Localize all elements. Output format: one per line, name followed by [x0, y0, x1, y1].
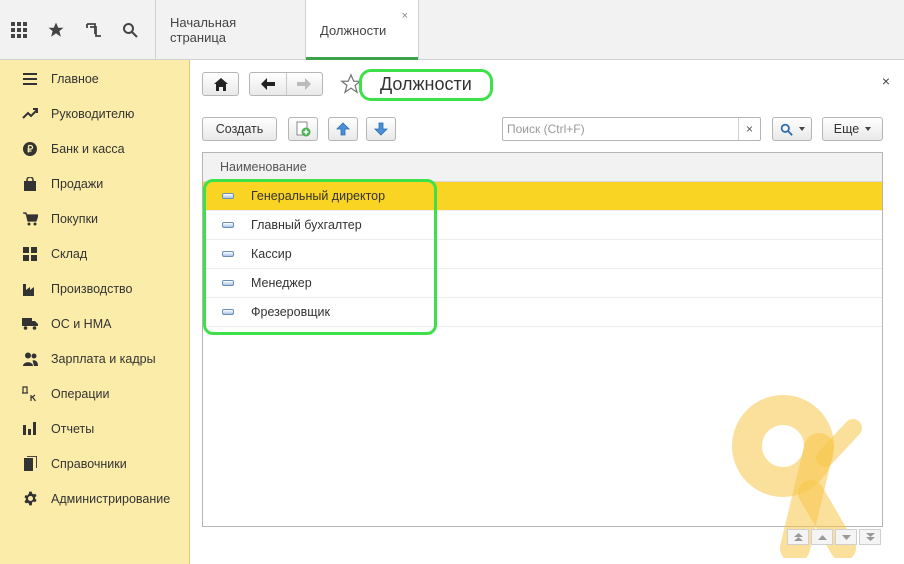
search-icon [780, 123, 793, 136]
arrow-down-icon [374, 122, 388, 136]
sidebar-item-label: Продажи [51, 176, 104, 191]
back-button[interactable] [250, 73, 287, 95]
form-content: Должности × Создать × Еще Наименование Г… [190, 60, 904, 564]
scroll-top-button[interactable] [787, 529, 809, 545]
double-down-icon [865, 533, 875, 541]
search-input[interactable] [503, 118, 738, 140]
sidebar-item-manager[interactable]: Руководителю [0, 96, 189, 131]
scroll-bottom-button[interactable] [859, 529, 881, 545]
close-form-icon[interactable]: × [882, 73, 890, 89]
column-header-label: Наименование [220, 160, 307, 174]
bar-chart-icon [20, 421, 40, 437]
cart-icon [20, 211, 40, 227]
sidebar-item-label: Покупки [51, 211, 99, 226]
copy-add-icon [296, 121, 311, 137]
warehouse-icon [20, 246, 40, 262]
sidebar-item-label: Склад [51, 246, 88, 261]
factory-icon [20, 281, 40, 297]
sidebar-item-operations[interactable]: Операции [0, 376, 189, 411]
sidebar-item-assets[interactable]: ОС и НМА [0, 306, 189, 341]
sidebar-item-warehouse[interactable]: Склад [0, 236, 189, 271]
home-button[interactable] [202, 72, 239, 96]
page-title: Должности [380, 74, 472, 94]
sidebar-item-reports[interactable]: Отчеты [0, 411, 189, 446]
people-icon [20, 351, 40, 367]
sidebar-item-label: Администрирование [51, 491, 171, 506]
sidebar-item-label: Операции [51, 386, 110, 401]
dt-kt-icon [20, 385, 40, 402]
sidebar-item-label: Производство [51, 281, 133, 296]
arrow-left-icon [260, 78, 275, 90]
create-button[interactable]: Создать [202, 117, 277, 141]
sidebar-item-main[interactable]: Главное [0, 61, 189, 96]
arrow-right-icon [297, 78, 312, 90]
tab-home[interactable]: Начальная страница [155, 0, 305, 60]
top-bar: Начальная страница Должности × [0, 0, 904, 60]
sidebar-item-label: Зарплата и кадры [51, 351, 156, 366]
search-field: × [502, 117, 761, 141]
sidebar: Главное Руководителю Банк и касса Продаж… [0, 60, 190, 564]
star-icon[interactable] [37, 0, 74, 60]
rows-highlight [203, 179, 437, 335]
ruble-icon [20, 141, 40, 157]
history-nav [249, 72, 323, 96]
sidebar-item-label: Главное [51, 71, 99, 86]
clear-search-icon[interactable]: × [738, 118, 760, 140]
sidebar-item-label: ОС и НМА [51, 316, 112, 331]
trend-icon [20, 106, 40, 122]
more-button[interactable]: Еще [822, 117, 883, 141]
add-group-button[interactable] [288, 117, 318, 141]
tab-label: Должности [320, 22, 387, 38]
double-up-icon [793, 533, 803, 541]
scroll-down-button[interactable] [835, 529, 857, 545]
search-icon[interactable] [111, 0, 148, 60]
down-icon [841, 534, 851, 540]
gear-icon [20, 491, 40, 507]
sidebar-item-label: Руководителю [51, 106, 135, 121]
apps-grid-icon[interactable] [0, 0, 37, 60]
forward-button[interactable] [287, 73, 323, 95]
sidebar-item-bank[interactable]: Банк и касса [0, 131, 189, 166]
more-button-label: Еще [833, 122, 860, 136]
move-up-button[interactable] [328, 117, 358, 141]
home-icon [213, 77, 228, 91]
scroll-controls [787, 529, 883, 545]
scroll-up-button[interactable] [811, 529, 833, 545]
move-down-button[interactable] [366, 117, 396, 141]
books-icon [20, 456, 40, 472]
close-tab-icon[interactable]: × [402, 10, 408, 22]
bag-icon [20, 176, 40, 192]
sidebar-item-label: Банк и касса [51, 141, 125, 156]
search-button[interactable] [772, 117, 812, 141]
sidebar-item-purchases[interactable]: Покупки [0, 201, 189, 236]
truck-icon [20, 316, 40, 332]
history-icon[interactable] [74, 0, 111, 60]
sidebar-item-admin[interactable]: Администрирование [0, 481, 189, 516]
tab-positions[interactable]: Должности × [305, 0, 419, 60]
sidebar-item-salary[interactable]: Зарплата и кадры [0, 341, 189, 376]
column-header-name[interactable]: Наименование [203, 153, 882, 182]
create-button-label: Создать [215, 122, 264, 136]
sidebar-item-sales[interactable]: Продажи [0, 166, 189, 201]
arrow-up-icon [336, 122, 350, 136]
sidebar-item-directories[interactable]: Справочники [0, 446, 189, 481]
tab-label: Начальная страница [170, 15, 237, 45]
chevron-down-icon [865, 127, 872, 131]
up-icon [817, 534, 827, 540]
sidebar-item-label: Справочники [51, 456, 127, 471]
top-toolbar [0, 0, 155, 60]
chevron-down-icon [798, 127, 805, 131]
menu-icon [20, 71, 40, 87]
sidebar-item-production[interactable]: Производство [0, 271, 189, 306]
sidebar-item-label: Отчеты [51, 421, 95, 436]
